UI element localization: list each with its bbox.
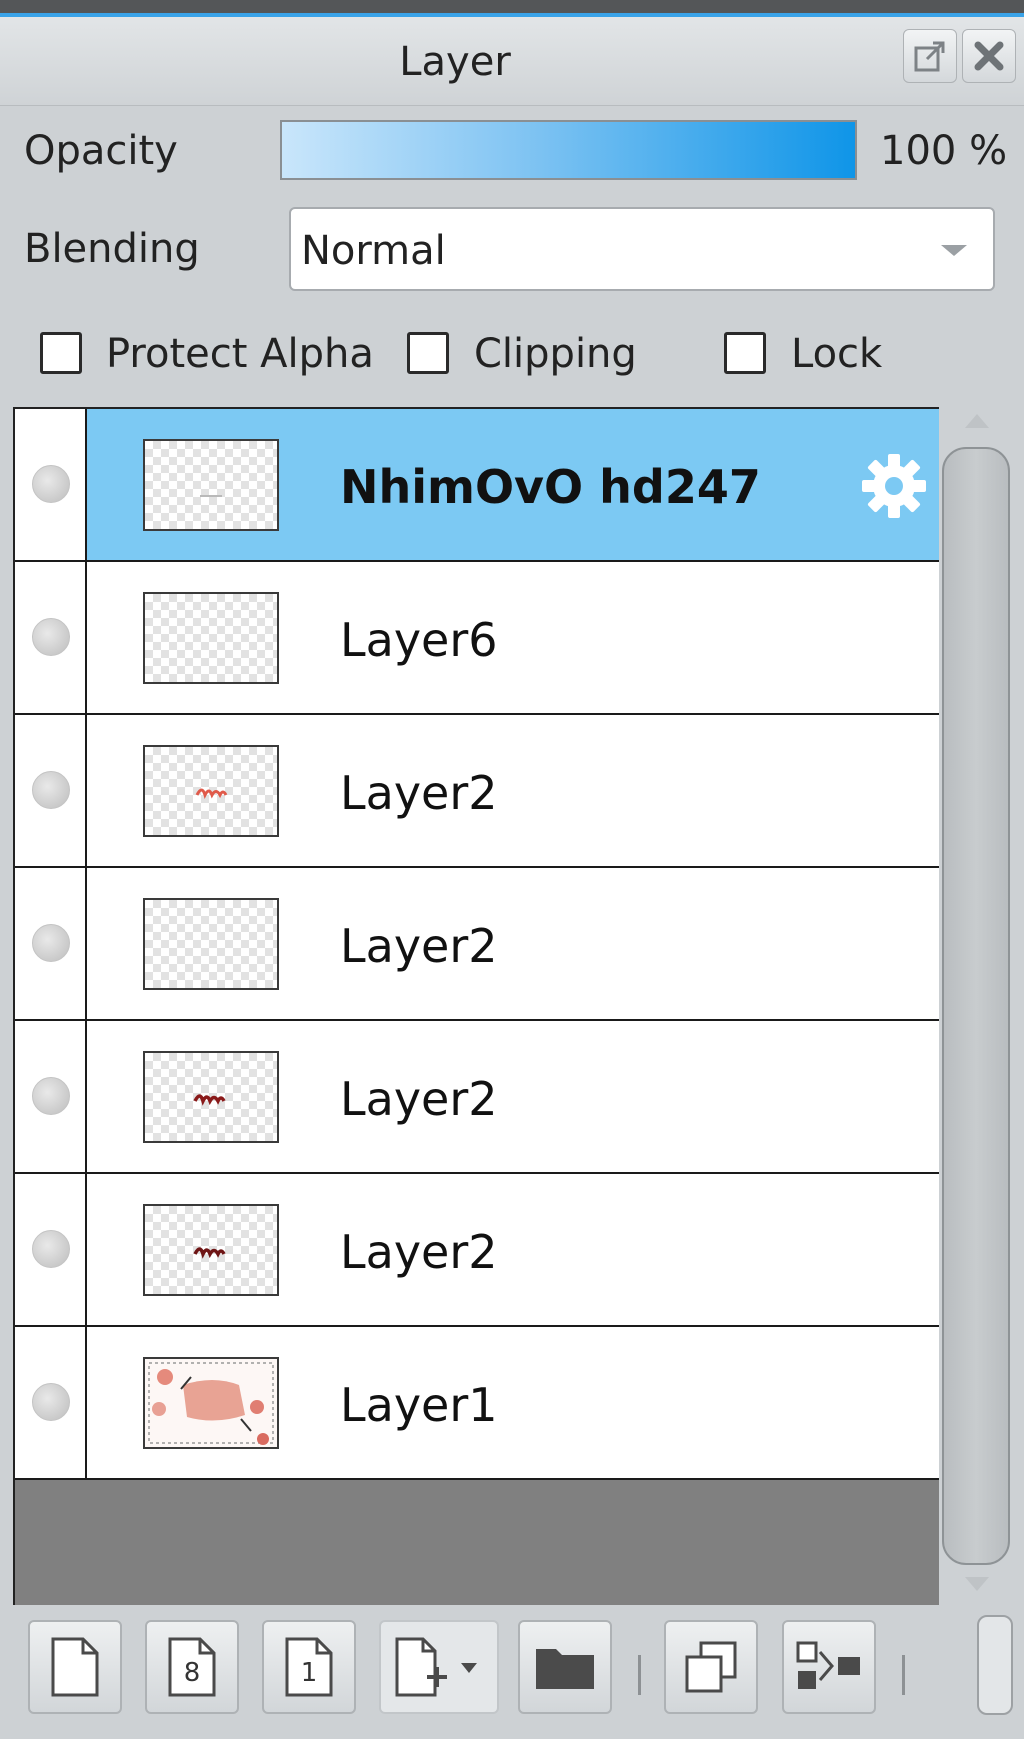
layer-thumbnail (143, 898, 279, 990)
layer-row[interactable]: NhimOvO hd247 (15, 409, 939, 562)
new-folder-icon (536, 1649, 594, 1689)
scroll-down-arrow-icon[interactable] (965, 1577, 989, 1591)
close-icon (974, 41, 1004, 71)
visibility-dot-icon (32, 771, 70, 809)
visibility-dot-icon (32, 1230, 70, 1268)
eight-bit-label: 8 (184, 1658, 201, 1688)
window-top-strip (0, 0, 1024, 13)
blending-select[interactable]: Normal (289, 207, 995, 291)
layer-thumbnail (143, 745, 279, 837)
visibility-dot-icon (32, 1077, 70, 1115)
new-layer-8bit-icon: 8 (168, 1637, 216, 1697)
duplicate-layer-button[interactable] (664, 1620, 758, 1714)
visibility-toggle[interactable] (15, 1327, 87, 1478)
layer-thumbnail (143, 439, 279, 531)
layer-row[interactable]: Layer2 (15, 1174, 939, 1327)
opacity-value: 100 % (880, 128, 1008, 174)
layer-name: Layer2 (340, 1225, 498, 1279)
layer-name: Layer2 (340, 1072, 498, 1126)
popout-icon (914, 41, 945, 72)
merge-down-button[interactable] (782, 1620, 876, 1714)
new-layer-button[interactable] (28, 1620, 122, 1714)
opacity-label: Opacity (24, 128, 178, 174)
new-layer-1bit-icon: 1 (285, 1637, 333, 1697)
scroll-up-arrow-icon[interactable] (965, 414, 989, 428)
layer-name: NhimOvO hd247 (340, 460, 761, 514)
visibility-dot-icon (32, 1383, 70, 1421)
visibility-toggle[interactable] (15, 868, 87, 1019)
layer-row[interactable]: Layer1 (15, 1327, 939, 1480)
layer-thumbnail (143, 1204, 279, 1296)
layer-name: Layer2 (340, 919, 498, 973)
scroll-thumb[interactable] (942, 447, 1010, 1565)
protect-alpha-label: Protect Alpha (106, 331, 374, 377)
close-button[interactable] (962, 29, 1016, 83)
layer-row[interactable]: Layer2 (15, 715, 939, 868)
layer-row[interactable]: Layer6 (15, 562, 939, 715)
visibility-dot-icon (32, 924, 70, 962)
panel-title: Layer (399, 39, 511, 85)
blending-value: Normal (301, 228, 446, 274)
layer-row[interactable]: Layer2 (15, 1021, 939, 1174)
new-1bit-layer-button[interactable]: 1 (262, 1620, 356, 1714)
layer-thumbnail (143, 1051, 279, 1143)
new-folder-button[interactable] (518, 1620, 612, 1714)
toolbar-scroll-handle[interactable] (977, 1615, 1013, 1715)
protect-alpha-checkbox[interactable] (40, 332, 82, 374)
opacity-slider[interactable] (280, 120, 857, 180)
lock-checkbox[interactable] (724, 332, 766, 374)
new-8bit-layer-button[interactable]: 8 (145, 1620, 239, 1714)
panel-titlebar[interactable]: Layer (0, 17, 1024, 106)
layer-row[interactable]: Layer2 (15, 868, 939, 1021)
layer-panel: Layer Opacity 100 % Blending Normal Prot… (0, 0, 1024, 1739)
merge-down-icon (796, 1641, 860, 1689)
gear-icon[interactable] (859, 451, 929, 521)
visibility-toggle[interactable] (15, 1174, 87, 1325)
visibility-dot-icon (32, 465, 70, 503)
layer-name: Layer2 (340, 766, 498, 820)
layer-list: NhimOvO hd247 Layer6 Layer2 Layer2 Layer… (13, 407, 939, 1605)
toolbar-separator (902, 1655, 905, 1695)
layer-name: Layer1 (340, 1378, 498, 1432)
duplicate-layer-icon (685, 1641, 737, 1693)
visibility-dot-icon (32, 618, 70, 656)
visibility-toggle[interactable] (15, 409, 87, 560)
chevron-down-icon (941, 245, 967, 256)
add-layer-dropdown-button[interactable] (379, 1620, 499, 1714)
add-layer-dropdown-icon (395, 1637, 477, 1697)
layer-list-scrollbar[interactable] (939, 407, 1014, 1605)
blending-label: Blending (24, 226, 200, 272)
visibility-toggle[interactable] (15, 562, 87, 713)
layer-toolbar: 8 1 (0, 1605, 1024, 1739)
visibility-toggle[interactable] (15, 1021, 87, 1172)
lock-label: Lock (791, 331, 883, 377)
clipping-label: Clipping (474, 331, 637, 377)
layer-thumbnail (143, 592, 279, 684)
visibility-toggle[interactable] (15, 715, 87, 866)
popout-button[interactable] (903, 29, 957, 83)
layer-thumbnail (143, 1357, 279, 1449)
new-layer-icon (51, 1637, 99, 1697)
toolbar-separator (638, 1655, 641, 1695)
clipping-checkbox[interactable] (407, 332, 449, 374)
one-bit-label: 1 (301, 1658, 318, 1688)
layer-name: Layer6 (340, 613, 498, 667)
